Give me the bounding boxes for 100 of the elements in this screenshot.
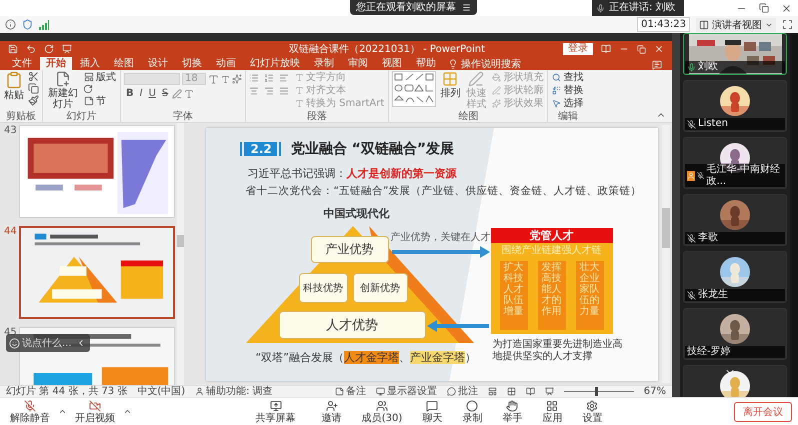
comment-icon[interactable]: [446, 387, 456, 396]
participant-tile[interactable]: Listen: [683, 80, 787, 132]
editing-command[interactable]: 替换: [551, 84, 584, 96]
reset-icon[interactable]: [83, 84, 93, 94]
layout-icon[interactable]: [84, 72, 94, 82]
paragraph-icon[interactable]: [249, 73, 259, 83]
paragraph-icon[interactable]: [279, 86, 289, 96]
font-color-icon[interactable]: [184, 88, 194, 98]
editing-icon[interactable]: [552, 72, 562, 82]
notes-button[interactable]: 备注: [334, 386, 366, 396]
toolbar-icon[interactable]: [466, 400, 478, 412]
participant-tile[interactable]: 毛江华-中南财经政...: [683, 137, 787, 189]
lightbulb-icon[interactable]: [448, 58, 458, 68]
ribbon-tab[interactable]: 幻灯片放映: [244, 57, 306, 70]
section-icon[interactable]: [84, 96, 94, 106]
accessibility-icon[interactable]: [195, 387, 204, 396]
scrollbar-thumb[interactable]: [662, 208, 670, 248]
ribbon-options-icon[interactable]: [601, 44, 611, 54]
toolbar-button[interactable]: 应用: [538, 400, 566, 424]
restore-icon[interactable]: [637, 44, 646, 54]
participant-tile[interactable]: 技经-罗婷: [683, 308, 787, 360]
ribbon-tab[interactable]: 审阅: [342, 57, 374, 70]
editing-command[interactable]: 选择: [551, 97, 584, 109]
slideshow-icon[interactable]: [544, 387, 554, 396]
participant-tile[interactable]: 刘欧: [683, 33, 787, 75]
shield-icon[interactable]: [22, 19, 33, 30]
toolbar-button[interactable]: 录制: [458, 400, 486, 424]
sorter-view-icon[interactable]: [506, 387, 516, 396]
chat-input-bar[interactable]: 说点什么...: [6, 334, 90, 352]
toolbar-button[interactable]: 解除静音: [6, 400, 54, 424]
display-settings-button[interactable]: 显示器设置: [376, 386, 437, 396]
slide-thumbnail[interactable]: [21, 228, 173, 317]
editing-icon[interactable]: [552, 86, 562, 94]
close-icon[interactable]: [781, 2, 792, 14]
ribbon-tab[interactable]: 帮助: [410, 57, 442, 70]
sign-in-button[interactable]: 登录: [563, 43, 593, 55]
font-style-button[interactable]: I: [138, 88, 145, 99]
toolbar-button[interactable]: 成员(30): [358, 400, 406, 424]
caret-icon[interactable]: [58, 407, 67, 416]
undo-icon[interactable]: [26, 44, 36, 54]
toolbar-icon[interactable]: [426, 400, 438, 412]
save-icon[interactable]: [8, 44, 18, 54]
paragraph-icon[interactable]: [279, 73, 289, 83]
fullscreen-icon[interactable]: [782, 19, 793, 30]
comments-icon[interactable]: [652, 60, 662, 70]
toolbar-button[interactable]: 邀请: [318, 400, 346, 424]
toolbar-icon[interactable]: [89, 400, 101, 412]
grow-font-icon[interactable]: [208, 74, 219, 84]
zoom-thumb[interactable]: [595, 387, 598, 396]
toolbar-icon[interactable]: [376, 400, 388, 412]
editing-command[interactable]: 查找: [551, 71, 584, 83]
cut-icon[interactable]: [28, 71, 39, 82]
clipboard-icon[interactable]: [5, 71, 23, 89]
ribbon-tab[interactable]: 绘图: [108, 57, 140, 70]
view-mode-button[interactable]: 演讲者视图: [696, 18, 776, 32]
reading-view-icon[interactable]: [526, 387, 535, 396]
toolbar-icon[interactable]: [24, 400, 36, 412]
editing-icon[interactable]: [552, 98, 562, 108]
info-icon[interactable]: [5, 19, 16, 30]
toolbar-icon[interactable]: [270, 400, 282, 412]
toolbar-button[interactable]: 设置: [578, 400, 606, 424]
shrink-font-icon[interactable]: [221, 74, 230, 84]
toolbar-icon[interactable]: [546, 400, 558, 412]
paragraph-icon[interactable]: [249, 86, 259, 96]
format-painter-icon[interactable]: [28, 95, 39, 106]
layout-icon[interactable]: [699, 20, 709, 30]
redo-icon[interactable]: [44, 44, 54, 54]
ribbon-tab[interactable]: 切换: [176, 57, 208, 70]
ribbon-tab[interactable]: 录制: [308, 57, 340, 70]
layout-button[interactable]: 版式: [83, 71, 117, 83]
paste-button[interactable]: 粘贴: [3, 71, 25, 101]
participant-tile[interactable]: 李歌: [683, 194, 787, 246]
tell-me-search[interactable]: 操作说明搜索: [444, 57, 525, 70]
slideshow-icon[interactable]: [62, 44, 72, 54]
toolbar-button[interactable]: 开启视频: [71, 400, 119, 424]
paragraph-icon[interactable]: [264, 86, 274, 96]
font-name-field[interactable]: [124, 73, 180, 85]
toolbar-icon[interactable]: [586, 400, 598, 412]
accessibility-button[interactable]: 辅助功能: 调查: [195, 386, 273, 396]
caret-icon[interactable]: [123, 407, 132, 416]
restore-icon[interactable]: [759, 3, 769, 13]
monitor-icon[interactable]: [376, 387, 385, 396]
scrollbar-thumb[interactable]: [177, 235, 184, 247]
toolbar-button[interactable]: 共享屏幕: [252, 400, 300, 424]
ribbon-tab[interactable]: 开始: [40, 57, 72, 70]
ribbon-tab[interactable]: 设计: [142, 57, 174, 70]
smiley-icon[interactable]: [9, 338, 20, 348]
new-slide-icon[interactable]: [55, 71, 71, 87]
shapes-gallery[interactable]: [392, 71, 436, 107]
toolbar-button[interactable]: 聊天: [418, 400, 446, 424]
participant-tile[interactable]: 张龙生: [683, 251, 787, 303]
font-style-button[interactable]: B: [124, 88, 136, 99]
ribbon-tab[interactable]: 文件: [6, 57, 38, 70]
notes-icon[interactable]: [334, 387, 344, 396]
ribbon-tab[interactable]: 插入: [74, 57, 106, 70]
toolbar-icon[interactable]: [326, 400, 338, 412]
menu-icon[interactable]: [462, 3, 471, 12]
normal-view-icon[interactable]: [488, 387, 497, 396]
ribbon-tab[interactable]: 动画: [210, 57, 242, 70]
section-button[interactable]: 节: [83, 95, 117, 107]
